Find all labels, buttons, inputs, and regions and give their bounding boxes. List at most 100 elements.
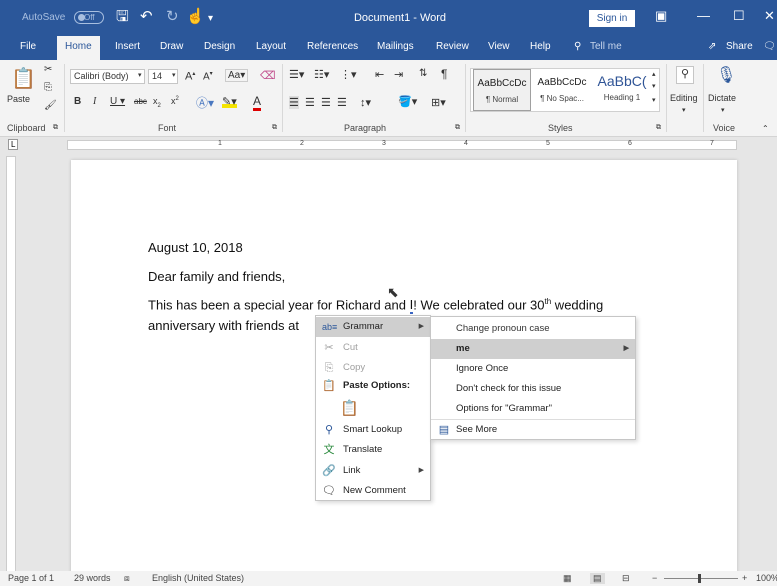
zoom-slider-thumb[interactable] [698,574,701,583]
print-layout-icon[interactable]: ▤ [590,573,605,584]
zoom-out-icon[interactable]: − [652,573,657,583]
sign-in-button[interactable]: Sign in [589,10,635,27]
style-no-spacing[interactable]: AaBbCcDc ¶ No Spac... [533,69,591,111]
grow-font-icon[interactable]: A▴ [185,70,195,83]
web-layout-icon[interactable]: ⊟ [622,573,630,584]
subscript-icon[interactable]: x2 [153,96,161,109]
style-heading-1[interactable]: AaBbC( Heading 1 [593,69,651,111]
highlight-icon[interactable]: ✎▾ [222,95,237,108]
tab-draw[interactable]: Draw [160,41,183,52]
chevron-down-icon[interactable]: ▾ [652,82,656,90]
close-icon[interactable]: ✕ [764,8,775,24]
tab-mailings[interactable]: Mailings [377,41,414,52]
menu-item-link[interactable]: 🔗 Link ▶ [316,461,430,481]
borders-icon[interactable]: ⊞▾ [431,96,446,109]
page-count[interactable]: Page 1 of 1 [8,573,54,583]
dont-check-item[interactable]: Don't check for this issue [431,379,635,399]
proofing-icon[interactable]: ⧈ [124,573,130,584]
bullets-icon[interactable]: ☰▾ [289,68,304,81]
chevron-down-icon[interactable]: ▾ [172,71,176,79]
superscript-icon[interactable]: x2 [171,96,179,106]
maximize-icon[interactable]: ☐ [733,8,745,24]
format-painter-icon[interactable]: 🖌 [44,100,57,111]
zoom-in-icon[interactable]: + [742,573,747,583]
chevron-down-icon[interactable]: ▾ [138,71,142,79]
suggestion-me[interactable]: me ▶ [431,339,635,359]
chevron-down-icon[interactable]: ▾ [721,106,725,114]
paste-icon[interactable]: 📋 [11,66,36,91]
font-color-icon[interactable]: A [253,94,262,111]
body-line-2[interactable]: anniversary with friends at [148,318,299,333]
zoom-level[interactable]: 100% [756,573,777,583]
collapse-ribbon-icon[interactable]: ⌃ [762,124,769,133]
autosave-toggle[interactable]: Off [74,11,104,24]
font-name-dropdown[interactable]: Calibri (Body) [70,69,145,84]
read-mode-icon[interactable]: ▦ [563,573,572,584]
ignore-once-item[interactable]: Ignore Once [431,359,635,379]
line-spacing-icon[interactable]: ↕▾ [360,96,371,109]
zoom-slider[interactable] [664,578,738,579]
date-line[interactable]: August 10, 2018 [148,240,243,255]
strikethrough-icon[interactable]: abc [134,97,147,106]
word-count[interactable]: 29 words [74,573,111,583]
chevron-up-icon[interactable]: ▴ [652,70,656,78]
chevron-down-icon[interactable]: ▾ [682,106,686,114]
tab-design[interactable]: Design [204,41,235,52]
tab-help[interactable]: Help [530,41,551,52]
tab-home[interactable]: Home [57,36,100,60]
underline-icon[interactable]: U ▾ [110,96,125,107]
align-center-icon[interactable]: ☰ [305,96,315,109]
paste-keep-text-only-button[interactable]: 📋 [316,396,359,422]
paste-button[interactable]: Paste [7,94,30,104]
tab-view[interactable]: View [488,41,510,52]
decrease-indent-icon[interactable]: ⇤ [375,68,384,81]
dialog-launcher-icon[interactable]: ⧉ [272,124,277,132]
align-left-icon[interactable]: ☰ [289,96,299,109]
tab-layout[interactable]: Layout [256,41,286,52]
share-icon[interactable]: ⇗ [708,41,716,52]
multilevel-list-icon[interactable]: ⋮▾ [340,68,357,81]
cut-icon[interactable]: ✂ [44,64,52,75]
shrink-font-icon[interactable]: A▾ [203,70,213,82]
save-icon[interactable]: 🖫 [116,9,129,25]
find-icon[interactable]: ⚲ [676,66,694,84]
shading-icon[interactable]: 🪣▾ [398,95,417,108]
text-effects-icon[interactable]: Ⓐ▾ [196,94,214,111]
tab-insert[interactable]: Insert [115,41,140,52]
style-normal[interactable]: AaBbCcDc ¶ Normal [473,69,531,111]
copy-icon[interactable]: ⎘ [44,82,52,93]
dialog-launcher-icon[interactable]: ⧉ [53,124,58,132]
change-case-icon[interactable]: Aa▾ [225,69,249,82]
search-icon[interactable]: ⚲ [574,41,581,52]
dictate-button[interactable]: Dictate [708,93,736,103]
sort-icon[interactable]: ⇅ [419,68,427,79]
greeting-line[interactable]: Dear family and friends, [148,269,285,284]
see-more-item[interactable]: ▤ See More [431,420,635,440]
customize-qat-icon[interactable]: ▾ [208,11,213,27]
clear-formatting-icon[interactable]: ⌫ [260,69,276,82]
more-styles-icon[interactable]: ▾ [652,96,656,104]
dialog-launcher-icon[interactable]: ⧉ [455,124,460,132]
comments-icon[interactable]: 🗨 [763,41,776,52]
menu-item-translate[interactable]: 文 Translate [316,440,430,460]
menu-item-cut[interactable]: ✂ Cut [316,338,430,358]
minimize-icon[interactable]: — [697,8,710,23]
menu-item-smart-lookup[interactable]: ⚲ Smart Lookup [316,420,430,440]
dialog-launcher-icon[interactable]: ⧉ [656,124,661,132]
editing-button[interactable]: Editing [670,93,698,103]
align-right-icon[interactable]: ☰ [321,96,331,109]
language-indicator[interactable]: English (United States) [152,573,244,583]
tab-file[interactable]: File [20,41,36,52]
undo-icon[interactable]: ↶ [140,9,153,25]
numbering-icon[interactable]: ☷▾ [314,68,329,81]
menu-item-copy[interactable]: ⎘ Copy [316,358,430,378]
ribbon-display-icon[interactable]: ▣ [655,8,667,24]
vertical-ruler[interactable] [6,156,16,576]
menu-item-grammar[interactable]: ab≡ Grammar ▶ [316,317,430,337]
show-formatting-icon[interactable]: ¶ [441,67,447,81]
body-line-1[interactable]: This has been a special year for Richard… [148,297,603,315]
ruler-bar[interactable]: 1 2 3 4 5 6 7 [67,140,737,150]
redo-icon[interactable]: ↻ [166,9,179,25]
justify-icon[interactable]: ☰ [337,96,347,109]
tab-review[interactable]: Review [436,41,469,52]
